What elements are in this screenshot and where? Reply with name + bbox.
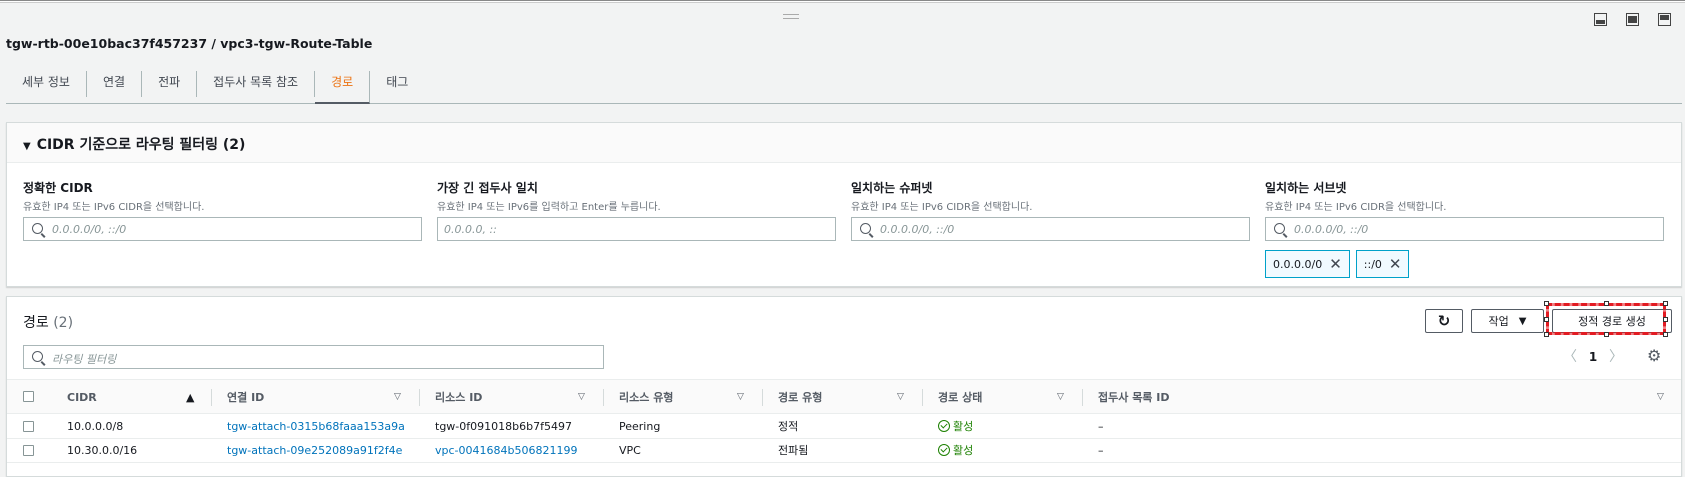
cell-prefix-list: – [1098,420,1104,433]
table-row[interactable]: 10.0.0.0/8 tgw-attach-0315b68faaa153a9a … [7,415,1681,439]
cidr-filter-panel: ▼ CIDR 기준으로 라우팅 필터링 (2) 정확한 CIDR 유효한 IP4 … [6,122,1682,287]
cell-cidr: 10.30.0.0/16 [67,444,138,457]
filter-panel-header[interactable]: ▼ CIDR 기준으로 라우팅 필터링 (2) [7,123,1681,163]
tab-tags[interactable]: 태그 [370,71,424,97]
sort-icon[interactable]: ▽ [394,380,401,415]
column-header-route-state[interactable]: 경로 상태 [938,380,982,415]
filter-description: 유효한 IP4 또는 IPv6 CIDR을 선택합니다. [1265,202,1447,213]
cell-cidr: 10.0.0.0/8 [67,420,124,433]
sort-ascending-icon[interactable]: ▲ [186,380,194,415]
filter-label: 가장 긴 접두사 일치 [437,181,538,195]
tab-routes[interactable]: 경로 [315,71,371,104]
check-circle-icon [938,420,950,432]
longest-prefix-input[interactable]: 0.0.0.0, :: [437,217,836,241]
search-icon [32,351,43,362]
sort-icon[interactable]: ▽ [1657,380,1664,415]
routes-count: (2) [53,315,74,331]
row-checkbox[interactable] [23,421,34,432]
cell-prefix-list: – [1098,444,1104,457]
cell-resource-id: tgw-0f091018b6b7f5497 [435,420,572,433]
cell-route-state: 활성 [938,439,973,463]
tab-details[interactable]: 세부 정보 [6,71,87,97]
refresh-button[interactable]: ↻ [1425,309,1463,333]
page-title: tgw-rtb-00e10bac37f457237 / vpc3-tgw-Rou… [6,36,373,51]
input-placeholder: 라우팅 필터링 [52,353,117,366]
cell-resource-link[interactable]: vpc-0041684b506821199 [435,439,577,463]
subnet-input[interactable]: 0.0.0.0/0, ::/0 [1265,217,1664,241]
subnet-filter: 일치하는 서브넷 유효한 IP4 또는 IPv6 CIDR을 선택합니다. 0.… [1265,179,1664,278]
close-icon[interactable]: ✕ [1329,255,1342,273]
input-placeholder: 0.0.0.0/0, ::/0 [1294,223,1369,236]
actions-button[interactable]: 작업 ▼ [1471,309,1544,333]
search-icon [32,223,43,234]
select-all-checkbox[interactable] [23,391,34,402]
filter-token: ::/0 ✕ [1355,250,1410,278]
maximize-icon[interactable] [1658,13,1671,26]
cell-attachment-link[interactable]: tgw-attach-0315b68faaa153a9a [227,415,405,439]
gear-icon[interactable]: ⚙ [1647,346,1661,365]
sort-icon[interactable]: ▽ [578,380,585,415]
tab-prefix-list-references[interactable]: 접두사 목록 참조 [197,71,316,97]
caret-down-icon: ▼ [23,141,31,152]
filter-description: 유효한 IP4 또는 IPv6 CIDR을 선택합니다. [23,202,205,213]
cell-resource-type: Peering [619,420,661,433]
column-header-prefix-list-id[interactable]: 접두사 목록 ID [1098,380,1169,415]
table-row[interactable]: 10.30.0.0/16 tgw-attach-09e252089a91f2f4… [7,439,1681,463]
column-header-cidr[interactable]: CIDR [67,380,97,415]
table-header: CIDR ▲ 연결 ID ▽ 리소스 ID ▽ 리소스 유형 ▽ 경로 유형 ▽… [7,379,1681,414]
column-header-attachment-id[interactable]: 연결 ID [227,380,264,415]
drag-handle-icon[interactable] [783,14,799,19]
filter-title[interactable]: ▼ CIDR 기준으로 라우팅 필터링 (2) [23,134,245,154]
filter-label: 일치하는 서브넷 [1265,181,1347,195]
tab-propagations[interactable]: 전파 [142,71,198,97]
cell-route-type: 정적 [778,420,799,433]
filter-description: 유효한 IP4 또는 IPv6를 입력하고 Enter를 누릅니다. [437,202,661,213]
close-icon[interactable]: ✕ [1389,255,1402,273]
search-icon [1274,223,1285,234]
cell-route-type: 전파됨 [778,444,809,457]
exact-cidr-input[interactable]: 0.0.0.0/0, ::/0 [23,217,422,241]
column-header-route-type[interactable]: 경로 유형 [778,380,822,415]
column-header-resource-type[interactable]: 리소스 유형 [619,380,673,415]
refresh-icon: ↻ [1437,312,1451,330]
cell-resource-type: VPC [619,444,641,457]
token-list: 0.0.0.0/0 ✕ ::/0 ✕ [1265,250,1664,278]
dock-side-icon[interactable] [1626,13,1639,26]
filter-description: 유효한 IP4 또는 IPv6 CIDR을 선택합니다. [851,202,1033,213]
longest-prefix-filter: 가장 긴 접두사 일치 유효한 IP4 또는 IPv6를 입력하고 Enter를… [437,179,836,241]
exact-cidr-filter: 정확한 CIDR 유효한 IP4 또는 IPv6 CIDR을 선택합니다. 0.… [23,179,422,241]
supernet-filter: 일치하는 슈퍼넷 유효한 IP4 또는 IPv6 CIDR을 선택합니다. 0.… [851,179,1250,241]
input-placeholder: 0.0.0.0/0, ::/0 [52,223,127,236]
dock-bottom-icon[interactable] [1594,13,1607,26]
filter-label: 정확한 CIDR [23,181,93,195]
cell-attachment-link[interactable]: tgw-attach-09e252089a91f2f4e [227,439,402,463]
routes-panel: 경로 (2) ↻ 작업 ▼ 정적 경로 생성 라우팅 필터링 〈 1 〉 ⚙ CI… [6,296,1682,477]
row-checkbox[interactable] [23,445,34,456]
column-header-resource-id[interactable]: 리소스 ID [435,380,482,415]
filter-token: 0.0.0.0/0 ✕ [1265,250,1350,278]
input-placeholder: 0.0.0.0/0, ::/0 [880,223,955,236]
chevron-right-icon[interactable]: 〉 [1609,349,1623,365]
caret-down-icon: ▼ [1518,315,1527,327]
sort-icon[interactable]: ▽ [737,380,744,415]
sort-icon[interactable]: ▽ [1057,380,1064,415]
chevron-left-icon[interactable]: 〈 [1563,349,1577,365]
supernet-input[interactable]: 0.0.0.0/0, ::/0 [851,217,1250,241]
route-filter-input[interactable]: 라우팅 필터링 [23,345,604,369]
create-static-route-button[interactable]: 정적 경로 생성 [1552,309,1672,333]
filter-label: 일치하는 슈퍼넷 [851,181,933,195]
search-icon [860,223,871,234]
tab-attachments[interactable]: 연결 [87,71,143,97]
check-circle-icon [938,444,950,456]
page-number[interactable]: 1 [1589,350,1597,364]
tab-bar: 세부 정보 연결 전파 접두사 목록 참조 경로 태그 [6,64,1682,104]
pagination: 〈 1 〉 [1563,346,1623,368]
routes-title: 경로 (2) [23,315,74,331]
window-top-border [0,0,1685,3]
input-placeholder: 0.0.0.0, :: [444,223,497,236]
cell-route-state: 활성 [938,415,973,439]
sort-icon[interactable]: ▽ [897,380,904,415]
